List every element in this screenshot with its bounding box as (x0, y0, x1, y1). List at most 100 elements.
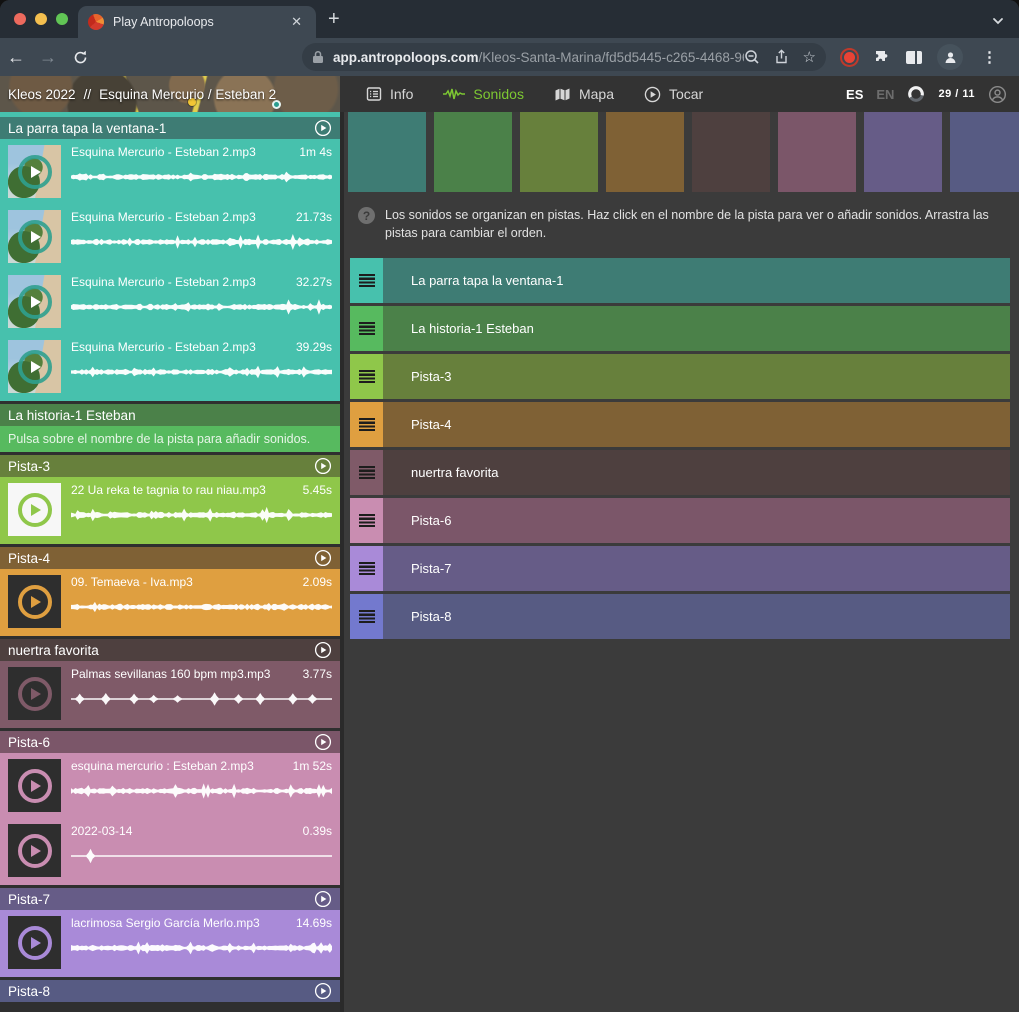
clip-duration: 14.69s (296, 916, 332, 930)
audio-clip[interactable]: Esquina Mercurio - Esteban 2.mp339.29s (0, 334, 340, 399)
clip-play-icon[interactable] (18, 585, 52, 619)
sidebar-track-header[interactable]: nuertra favorita (0, 639, 340, 661)
nav-tab-sonidos[interactable]: Sonidos (435, 86, 532, 102)
bookmark-star-icon[interactable]: ☆ (803, 48, 816, 66)
forward-button[interactable]: → (32, 47, 64, 68)
clip-thumbnail[interactable] (8, 916, 61, 969)
audio-clip[interactable]: lacrimosa Sergio García Merlo.mp314.69s (0, 910, 340, 975)
clip-play-icon[interactable] (18, 834, 52, 868)
close-window-button[interactable] (14, 13, 26, 25)
nav-tab-info[interactable]: Info (358, 86, 421, 102)
audio-clip[interactable]: 09. Temaeva - Iva.mp32.09s (0, 569, 340, 634)
lang-toggle-es[interactable]: ES (846, 87, 863, 102)
track-row[interactable]: Pista-4 (350, 402, 1010, 447)
play-track-icon[interactable] (314, 733, 332, 751)
track-row[interactable]: nuertra favorita (350, 450, 1010, 495)
track-row[interactable]: Pista-6 (350, 498, 1010, 543)
minimize-window-button[interactable] (35, 13, 47, 25)
clip-play-icon[interactable] (18, 155, 52, 189)
track-row[interactable]: Pista-8 (350, 594, 1010, 639)
clip-play-icon[interactable] (18, 677, 52, 711)
track-drag-handle[interactable] (350, 258, 383, 303)
side-panel-icon[interactable] (906, 51, 922, 64)
clip-thumbnail[interactable] (8, 210, 61, 263)
map-thumbnail[interactable]: Kleos 2022 // Esquina Mercurio / Esteban… (0, 76, 340, 112)
lang-toggle-en[interactable]: EN (876, 87, 894, 102)
clip-thumbnail[interactable] (8, 340, 61, 393)
track-drag-handle[interactable] (350, 354, 383, 399)
back-button[interactable]: ← (0, 47, 32, 68)
clip-play-icon[interactable] (18, 350, 52, 384)
track-row-body[interactable]: Pista-4 (383, 402, 1010, 447)
zoom-out-icon[interactable] (744, 48, 760, 66)
track-row[interactable]: Pista-7 (350, 546, 1010, 591)
track-row[interactable]: La historia-1 Esteban (350, 306, 1010, 351)
clip-thumbnail[interactable] (8, 275, 61, 328)
audio-clip[interactable]: 2022-03-140.39s (0, 818, 340, 883)
clip-thumbnail[interactable] (8, 759, 61, 812)
audio-clip[interactable]: Palmas sevillanas 160 bpm mp3.mp33.77s (0, 661, 340, 726)
fullscreen-window-button[interactable] (56, 13, 68, 25)
audio-clip[interactable]: Esquina Mercurio - Esteban 2.mp321.73s (0, 204, 340, 269)
track-drag-handle[interactable] (350, 450, 383, 495)
lock-icon[interactable] (312, 48, 324, 66)
play-track-icon[interactable] (314, 641, 332, 659)
reload-button[interactable] (64, 47, 96, 68)
audio-clip[interactable]: Esquina Mercurio - Esteban 2.mp31m 4s (0, 139, 340, 204)
breadcrumb-project[interactable]: Kleos 2022 (8, 87, 76, 102)
clip-thumbnail[interactable] (8, 145, 61, 198)
track-row-body[interactable]: La parra tapa la ventana-1 (383, 258, 1010, 303)
nav-tab-mapa[interactable]: Mapa (546, 86, 622, 102)
tab-search-chevron-icon[interactable] (991, 12, 1005, 30)
track-drag-handle[interactable] (350, 546, 383, 591)
clip-title: 2022-03-14 (71, 824, 295, 838)
browser-menu-icon[interactable]: ⋮ (978, 48, 1001, 66)
sidebar-track-header[interactable]: Pista-4 (0, 547, 340, 569)
track-row[interactable]: Pista-3 (350, 354, 1010, 399)
audio-clip[interactable]: Esquina Mercurio - Esteban 2.mp332.27s (0, 269, 340, 334)
recording-indicator-icon[interactable] (844, 52, 855, 63)
play-track-icon[interactable] (314, 549, 332, 567)
clip-play-icon[interactable] (18, 769, 52, 803)
clip-play-icon[interactable] (18, 285, 52, 319)
track-row-body[interactable]: Pista-7 (383, 546, 1010, 591)
sidebar-track-header[interactable]: Pista-3 (0, 455, 340, 477)
new-tab-button[interactable]: + (328, 9, 340, 29)
play-track-icon[interactable] (314, 890, 332, 908)
sidebar-track-header[interactable]: Pista-8 (0, 980, 340, 1002)
track-row-body[interactable]: Pista-3 (383, 354, 1010, 399)
clip-play-icon[interactable] (18, 220, 52, 254)
address-bar[interactable]: app.antropoloops.com/Kleos-Santa-Marina/… (302, 43, 826, 71)
sidebar-track-header[interactable]: Pista-7 (0, 888, 340, 910)
clip-thumbnail[interactable] (8, 483, 61, 536)
browser-tab[interactable]: Play Antropoloops ✕ (78, 6, 316, 38)
audio-clip[interactable]: esquina mercurio : Esteban 2.mp31m 52s (0, 753, 340, 818)
track-row-body[interactable]: La historia-1 Esteban (383, 306, 1010, 351)
profile-avatar[interactable] (937, 44, 963, 70)
clip-play-icon[interactable] (18, 493, 52, 527)
play-track-icon[interactable] (314, 457, 332, 475)
share-icon[interactable] (774, 48, 789, 66)
track-drag-handle[interactable] (350, 498, 383, 543)
account-icon[interactable] (988, 85, 1007, 104)
clip-play-icon[interactable] (18, 926, 52, 960)
track-row[interactable]: La parra tapa la ventana-1 (350, 258, 1010, 303)
extensions-puzzle-icon[interactable] (874, 48, 891, 66)
clip-thumbnail[interactable] (8, 575, 61, 628)
play-track-icon[interactable] (314, 119, 332, 137)
tab-close-icon[interactable]: ✕ (287, 12, 306, 32)
sidebar-track-header[interactable]: La parra tapa la ventana-1 (0, 117, 340, 139)
track-drag-handle[interactable] (350, 594, 383, 639)
track-drag-handle[interactable] (350, 402, 383, 447)
play-track-icon[interactable] (314, 982, 332, 1000)
sidebar-track-header[interactable]: La historia-1 Esteban (0, 404, 340, 426)
track-row-body[interactable]: Pista-6 (383, 498, 1010, 543)
sidebar-track-header[interactable]: Pista-6 (0, 731, 340, 753)
track-row-body[interactable]: Pista-8 (383, 594, 1010, 639)
nav-tab-tocar[interactable]: Tocar (636, 86, 711, 103)
clip-thumbnail[interactable] (8, 824, 61, 877)
track-drag-handle[interactable] (350, 306, 383, 351)
audio-clip[interactable]: 22 Ua reka te tagnia to rau niau.mp35.45… (0, 477, 340, 542)
clip-thumbnail[interactable] (8, 667, 61, 720)
track-row-body[interactable]: nuertra favorita (383, 450, 1010, 495)
